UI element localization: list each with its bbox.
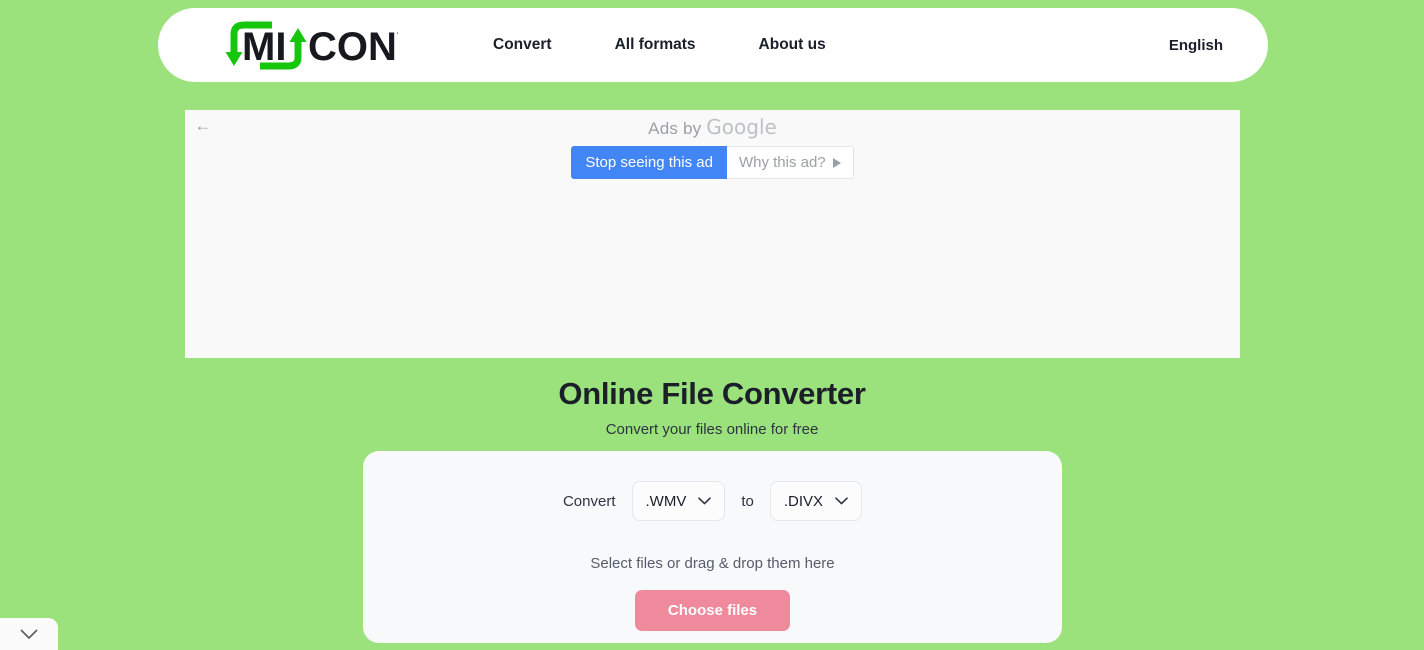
bottom-expand-tab[interactable] bbox=[0, 618, 58, 650]
logo-text-conv: CONV bbox=[308, 25, 398, 69]
choose-files-button[interactable]: Choose files bbox=[634, 590, 791, 631]
ads-by-prefix: Ads by bbox=[648, 119, 707, 138]
drop-zone-text: Select files or drag & drop them here bbox=[590, 555, 835, 572]
source-format-value: .WMV bbox=[645, 492, 687, 510]
choose-files-wrapper: Choose files bbox=[363, 590, 1062, 631]
target-format-value: .DIVX bbox=[783, 492, 824, 510]
google-wordmark: Google bbox=[706, 115, 777, 139]
converter-card: Convert .WMV to .DIVX Select files or dr… bbox=[363, 451, 1062, 643]
to-label: to bbox=[741, 492, 754, 510]
ad-controls: Stop seeing this ad Why this ad? bbox=[185, 146, 1240, 179]
logo-mark: MI CONV bbox=[225, 21, 398, 70]
hero-section: Online File Converter Convert your files… bbox=[0, 376, 1424, 438]
logo-text-mi: MI bbox=[242, 25, 286, 69]
play-triangle-icon bbox=[832, 157, 841, 168]
nav-item-about-us[interactable]: About us bbox=[749, 30, 836, 60]
site-header: MI CONV Convert All formats About us Eng… bbox=[158, 8, 1268, 82]
convert-label: Convert bbox=[562, 492, 616, 510]
ads-by-google-label: Ads by Google bbox=[185, 115, 1240, 139]
format-selection-row: Convert .WMV to .DIVX bbox=[363, 481, 1062, 521]
why-this-ad-label: Why this ad? bbox=[738, 154, 826, 171]
target-format-select[interactable]: .DIVX bbox=[769, 481, 863, 521]
chevron-down-icon bbox=[698, 497, 712, 505]
google-ad-banner: ← Ads by Google Stop seeing this ad Why … bbox=[185, 110, 1240, 358]
nav-item-all-formats[interactable]: All formats bbox=[605, 30, 706, 60]
stop-seeing-this-ad-button[interactable]: Stop seeing this ad bbox=[571, 146, 727, 179]
main-navigation: Convert All formats About us bbox=[483, 30, 836, 60]
page-subtitle: Convert your files online for free bbox=[605, 421, 819, 438]
chevron-down-icon bbox=[835, 497, 848, 505]
page-title: Online File Converter bbox=[558, 376, 866, 411]
site-logo[interactable]: MI CONV bbox=[220, 21, 398, 70]
why-this-ad-button[interactable]: Why this ad? bbox=[726, 146, 854, 179]
chevron-down-icon bbox=[20, 629, 38, 640]
language-selector[interactable]: English bbox=[1169, 37, 1223, 54]
source-format-select[interactable]: .WMV bbox=[631, 481, 726, 521]
nav-item-convert[interactable]: Convert bbox=[483, 30, 562, 60]
